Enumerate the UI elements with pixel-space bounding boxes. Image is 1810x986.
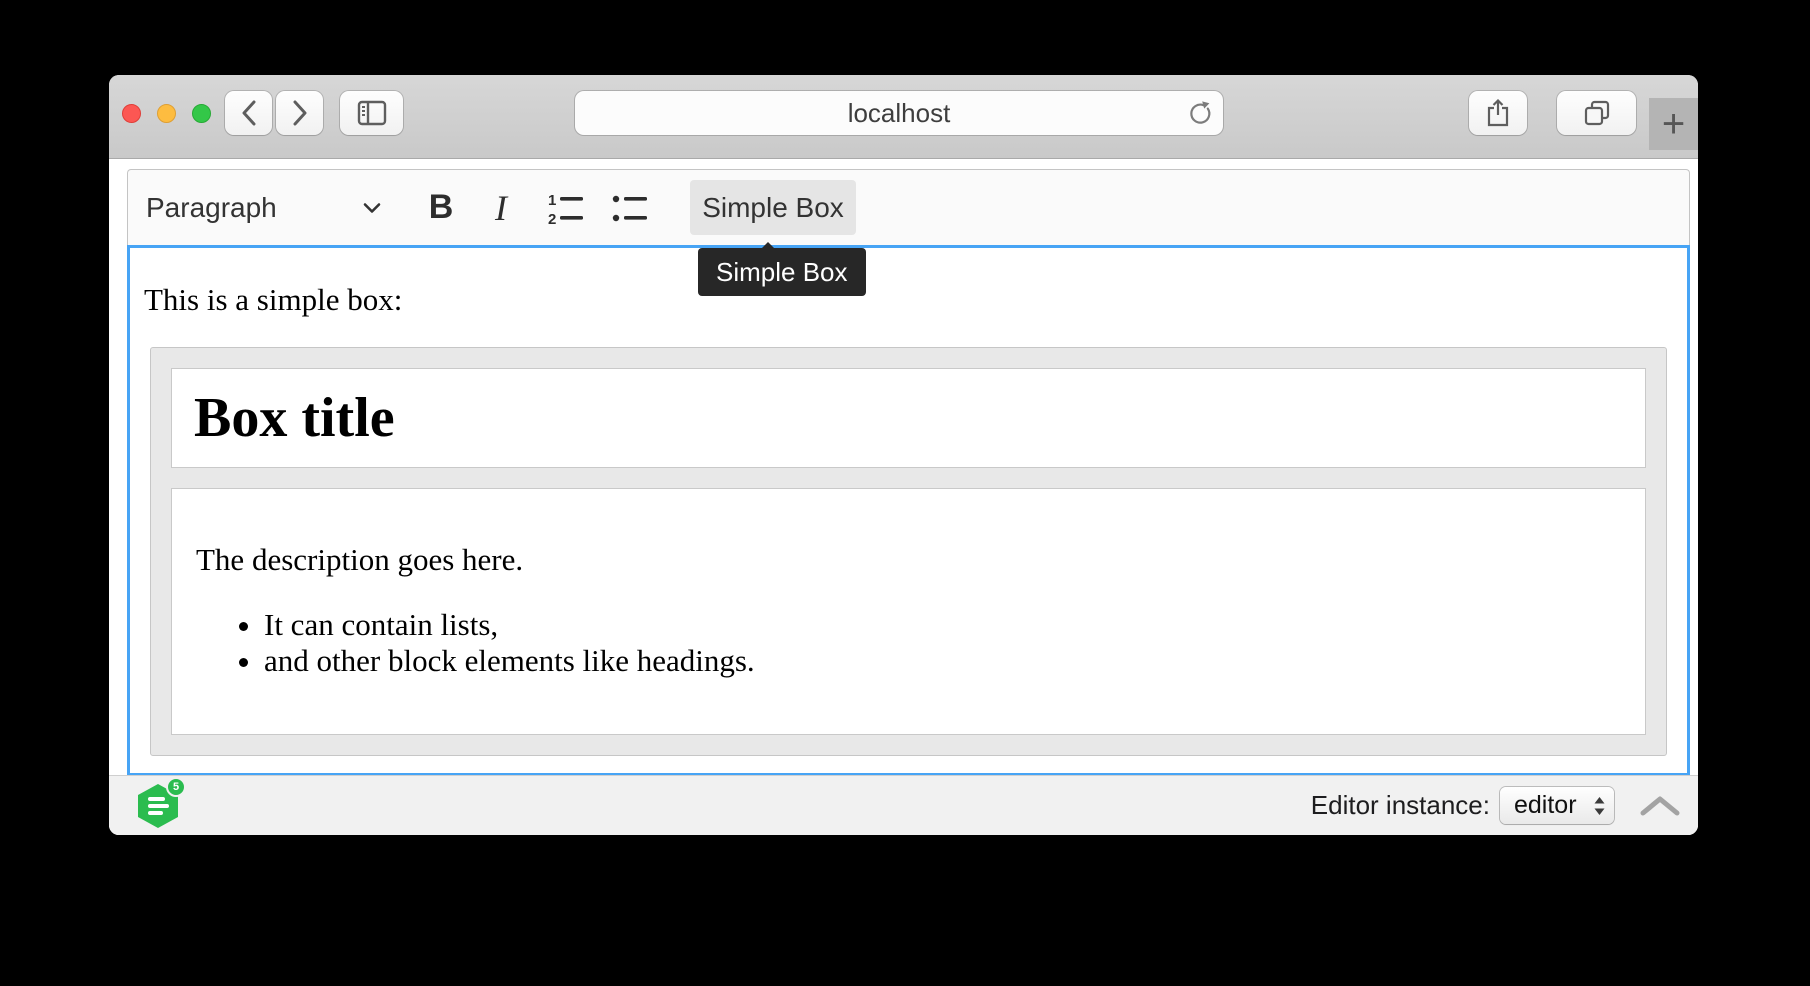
select-arrows-icon <box>1592 794 1607 818</box>
intro-paragraph[interactable]: This is a simple box: <box>144 281 1673 319</box>
svg-text:2: 2 <box>548 211 556 225</box>
italic-icon: I <box>495 187 507 229</box>
sidebar-icon <box>357 100 387 126</box>
browser-window: localhost <box>109 75 1698 835</box>
browser-titlebar: localhost <box>109 75 1698 159</box>
new-tab-button[interactable]: + <box>1649 98 1698 150</box>
bold-icon: B <box>429 188 454 227</box>
simple-box-description[interactable]: The description goes here. It can contai… <box>171 488 1646 735</box>
chevron-up-icon <box>1638 794 1682 818</box>
forward-button[interactable] <box>276 91 323 135</box>
reload-icon[interactable] <box>1187 100 1213 126</box>
share-button[interactable] <box>1469 91 1527 135</box>
bulleted-list-icon <box>609 191 649 225</box>
sidebar-toggle-button[interactable] <box>340 91 403 135</box>
address-bar[interactable]: localhost <box>575 91 1223 135</box>
expand-inspector-button[interactable] <box>1638 794 1682 818</box>
svg-text:1: 1 <box>548 192 556 209</box>
bold-button[interactable]: B <box>413 180 469 236</box>
tooltip: Simple Box <box>698 248 866 296</box>
plus-icon: + <box>1662 104 1685 144</box>
editor-editable-area[interactable]: This is a simple box: Box title The desc… <box>127 245 1690 776</box>
editor-instance-select[interactable]: editor <box>1500 787 1614 824</box>
simple-box-button[interactable]: Simple Box <box>690 180 856 235</box>
simple-box-button-label: Simple Box <box>702 192 844 224</box>
description-list: It can contain lists, and other block el… <box>196 607 1621 679</box>
italic-button[interactable]: I <box>473 180 529 236</box>
simple-box-widget[interactable]: Box title The description goes here. It … <box>150 347 1667 756</box>
inspector-bar: 5 Editor instance: editor <box>109 775 1698 835</box>
list-item[interactable]: and other block elements like headings. <box>264 643 1621 679</box>
inspector-bar-right: Editor instance: editor <box>1311 787 1682 824</box>
editor-instance-label: Editor instance: <box>1311 790 1490 821</box>
badge-count: 5 <box>173 781 179 793</box>
browser-viewport: Paragraph B I 1 2 <box>109 160 1698 835</box>
bulleted-list-button[interactable] <box>601 180 657 236</box>
chevron-down-icon <box>362 201 382 215</box>
inspector-badge: 5 <box>166 777 186 797</box>
list-item[interactable]: It can contain lists, <box>264 607 1621 643</box>
editor-toolbar: Paragraph B I 1 2 <box>127 169 1690 245</box>
show-all-tabs-button[interactable] <box>1557 91 1636 135</box>
tabs-icon <box>1583 99 1611 127</box>
heading-dropdown[interactable]: Paragraph <box>138 180 390 236</box>
back-button[interactable] <box>225 91 272 135</box>
share-icon <box>1485 98 1511 128</box>
url-text: localhost <box>848 98 951 129</box>
close-window-button[interactable] <box>122 104 141 123</box>
chevron-right-icon <box>292 100 308 126</box>
numbered-list-icon: 1 2 <box>545 191 585 225</box>
chevron-left-icon <box>241 100 257 126</box>
editor-instance-value: editor <box>1514 791 1577 820</box>
ckeditor-inspector-logo-icon[interactable]: 5 <box>135 782 181 830</box>
ckeditor: Paragraph B I 1 2 <box>127 169 1690 776</box>
description-paragraph[interactable]: The description goes here. <box>196 541 1621 579</box>
tooltip-text: Simple Box <box>716 257 848 288</box>
zoom-window-button[interactable] <box>192 104 211 123</box>
minimize-window-button[interactable] <box>157 104 176 123</box>
simple-box-title[interactable]: Box title <box>171 368 1646 468</box>
heading-dropdown-value: Paragraph <box>146 192 277 224</box>
numbered-list-button[interactable]: 1 2 <box>537 180 593 236</box>
